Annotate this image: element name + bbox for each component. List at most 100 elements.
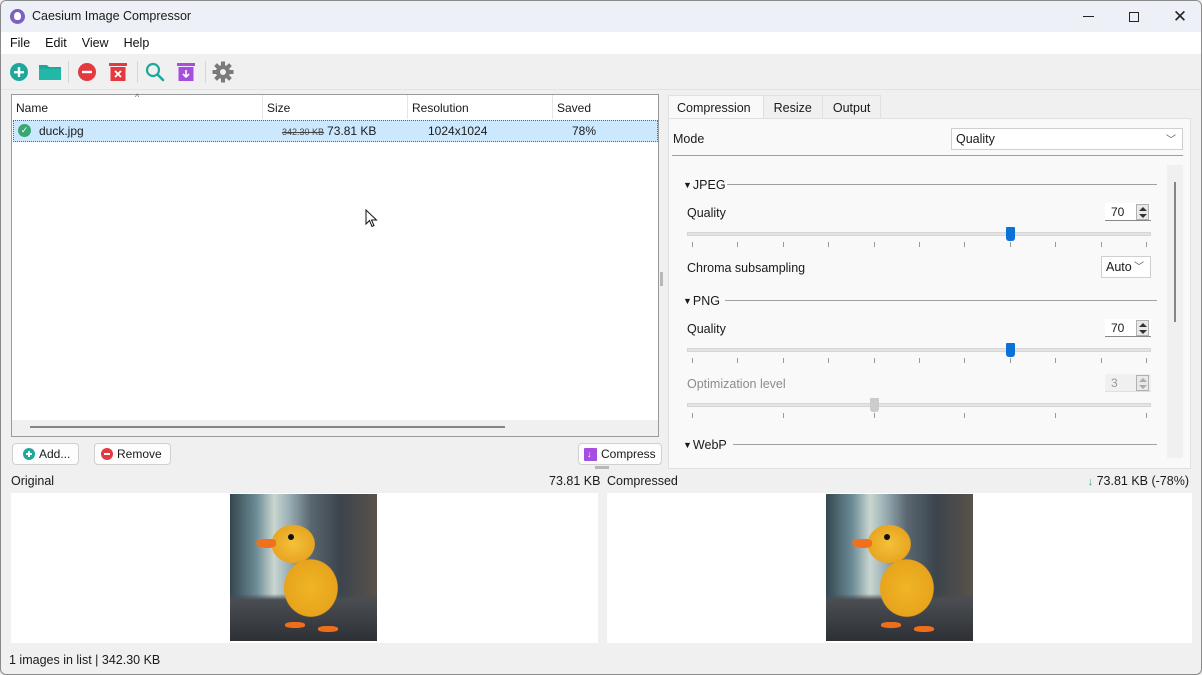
slider-track[interactable] <box>687 403 1151 407</box>
tab-output[interactable]: Output <box>821 95 882 119</box>
spin-arrows-icon[interactable] <box>1136 204 1149 220</box>
menu-help[interactable]: Help <box>124 36 150 50</box>
chroma-subsampling-select[interactable]: Auto ﹀ <box>1101 256 1151 278</box>
settings-button[interactable] <box>211 60 235 84</box>
slider-tick <box>919 358 920 363</box>
duck-beak <box>852 539 872 548</box>
duck-foot <box>881 622 901 628</box>
original-label: Original <box>11 474 55 488</box>
jpeg-group-title: JPEG <box>692 178 726 192</box>
compressed-size: 73.81 KB <box>327 124 377 138</box>
file-size: 342.30 KB 73.81 KB <box>282 121 376 141</box>
status-bar: 1 images in list | 342.30 KB <box>9 653 161 667</box>
slider-track[interactable] <box>687 232 1151 236</box>
remove-button-label: Remove <box>117 447 162 461</box>
slider-tick <box>964 242 966 247</box>
slider-tick <box>873 413 875 418</box>
app-window: Caesium Image Compressor ✕ File Edit Vie… <box>0 0 1202 675</box>
remove-button[interactable] <box>75 60 99 84</box>
column-header-resolution[interactable]: Resolution <box>408 95 553 119</box>
horizontal-splitter-handle[interactable] <box>595 466 609 469</box>
preview-button[interactable] <box>143 60 167 84</box>
slider-tick <box>1055 242 1057 247</box>
toolbar-separator <box>137 61 138 83</box>
vertical-splitter-handle[interactable] <box>660 272 663 286</box>
remove-circle-icon <box>78 63 96 81</box>
clear-list-button[interactable] <box>106 60 130 84</box>
column-header-name[interactable]: Name <box>12 95 263 119</box>
slider-tick <box>1009 358 1011 363</box>
file-row[interactable]: ✓ duck.jpg 342.30 KB 73.81 KB 1024x1024 7… <box>13 120 658 142</box>
menu-file[interactable]: File <box>10 36 30 50</box>
png-quality-slider[interactable] <box>687 343 1151 363</box>
jpeg-quality-spinbox[interactable]: 70 <box>1105 203 1151 221</box>
slider-tick <box>1146 413 1147 418</box>
add-button-label: Add... <box>39 447 71 461</box>
slider-tick <box>737 242 739 247</box>
spin-arrows-icon[interactable] <box>1136 375 1149 391</box>
optimization-level-slider[interactable] <box>687 398 1151 418</box>
horizontal-scrollbar[interactable] <box>12 420 658 436</box>
webp-group-title: WebP <box>692 438 727 452</box>
png-group-title: PNG <box>692 294 721 308</box>
settings-scrollbar-thumb[interactable] <box>1174 182 1176 322</box>
column-header-size[interactable]: Size <box>263 95 408 119</box>
column-header-saved[interactable]: Saved <box>553 95 658 119</box>
compressed-info-text: 73.81 KB (-78%) <box>1096 474 1189 488</box>
add-button[interactable]: Add... <box>12 443 80 465</box>
add-files-button[interactable] <box>7 60 31 84</box>
optimization-level-spinbox[interactable]: 3 <box>1105 374 1151 392</box>
compress-button[interactable]: Compress <box>578 443 662 465</box>
menu-view[interactable]: View <box>82 36 109 50</box>
duck-foot <box>285 622 305 628</box>
down-arrow-icon: ↓ <box>1087 476 1094 488</box>
folder-icon <box>39 65 61 80</box>
slider-thumb[interactable] <box>1005 343 1015 357</box>
divider <box>727 184 1157 185</box>
compress-button-label: Compress <box>601 447 656 461</box>
mouse-cursor-icon <box>365 209 378 228</box>
slider-tick <box>1055 413 1057 418</box>
toolbar <box>1 54 1201 90</box>
minimize-button[interactable] <box>1065 1 1111 32</box>
optimization-level-label: Optimization level <box>687 377 786 391</box>
compress-toolbar-button[interactable] <box>174 60 198 84</box>
duck-eye <box>884 534 890 540</box>
slider-tick <box>1146 242 1147 247</box>
slider-tick <box>782 242 784 247</box>
add-circle-icon <box>10 63 28 81</box>
png-group-toggle[interactable]: ▼ PNG <box>683 294 720 308</box>
slider-tick <box>873 242 875 247</box>
slider-tick <box>1055 358 1057 363</box>
maximize-button[interactable] <box>1111 1 1157 32</box>
maximize-icon <box>1129 11 1139 22</box>
slider-track[interactable] <box>687 348 1151 352</box>
slider-thumb[interactable] <box>869 398 879 412</box>
jpeg-quality-slider[interactable] <box>687 227 1151 247</box>
toolbar-separator <box>68 61 69 83</box>
slider-tick <box>964 358 966 363</box>
add-folder-button[interactable] <box>38 60 62 84</box>
duck-beak <box>256 539 276 548</box>
tab-compression[interactable]: Compression <box>668 95 764 119</box>
mode-select[interactable]: Quality ﹀ <box>951 128 1183 150</box>
spin-arrows-icon[interactable] <box>1136 320 1149 336</box>
settings-vertical-scrollbar[interactable] <box>1167 165 1183 458</box>
webp-group-toggle[interactable]: ▼ WebP <box>683 438 727 452</box>
horizontal-scrollbar-thumb[interactable] <box>30 426 505 428</box>
slider-thumb[interactable] <box>1005 227 1015 241</box>
close-button[interactable]: ✕ <box>1157 1 1201 32</box>
file-list: ^ Name Size Resolution Saved ✓ duck.jpg … <box>11 92 659 437</box>
collapse-triangle-icon: ▼ <box>683 180 692 190</box>
file-saved: 78% <box>572 124 597 138</box>
chroma-select-value: Auto <box>1106 260 1132 274</box>
remove-list-button[interactable]: Remove <box>94 443 171 465</box>
compressed-label: Compressed <box>607 474 678 488</box>
menu-edit[interactable]: Edit <box>45 36 67 50</box>
jpeg-group-toggle[interactable]: ▼ JPEG <box>683 178 726 192</box>
png-quality-spinbox[interactable]: 70 <box>1105 319 1151 337</box>
duck-foot <box>318 626 338 632</box>
close-icon: ✕ <box>1172 6 1188 26</box>
settings-scroll-area: ▼ JPEG Quality 70 Chroma subsampling Aut… <box>669 165 1169 465</box>
tab-resize[interactable]: Resize <box>762 95 823 119</box>
